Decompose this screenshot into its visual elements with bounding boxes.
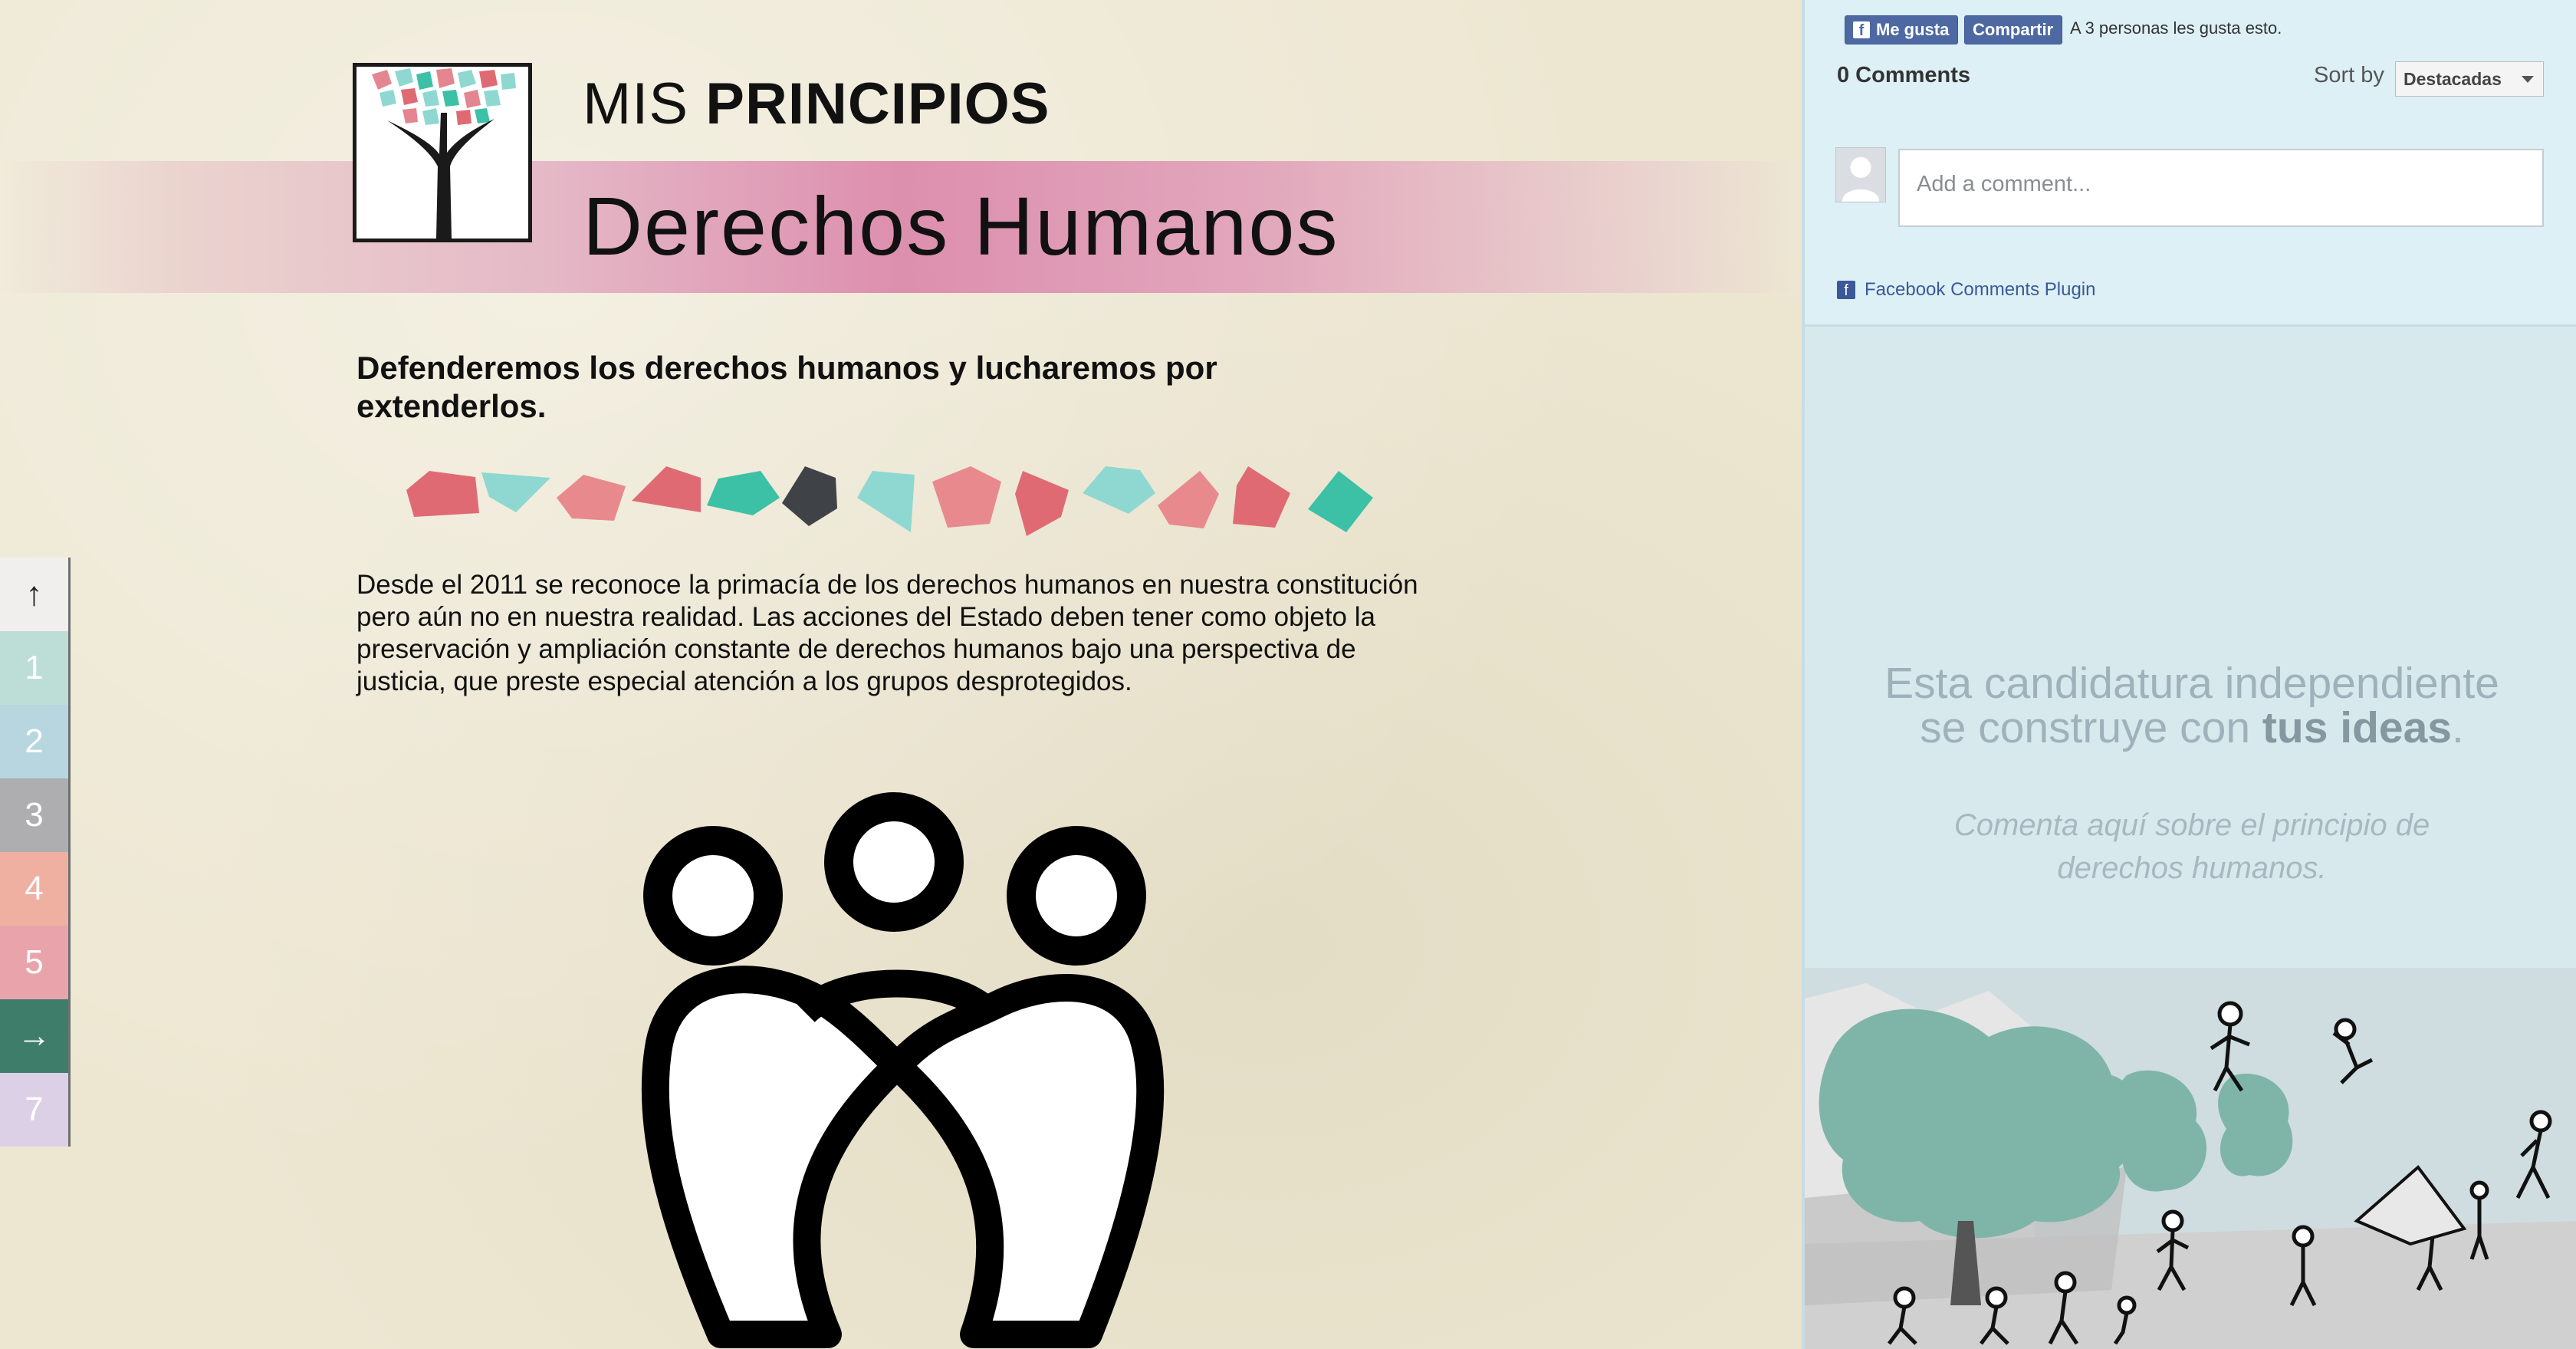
sort-label: Sort by [2314, 63, 2384, 87]
main-content: MIS PRINCIPIOS Derechos Humanos Defender… [0, 0, 1802, 1349]
cta-line2: se construye con tus ideas. [1805, 706, 2576, 750]
nav-item-3[interactable]: 3 [0, 778, 71, 852]
gem-shape [1083, 466, 1155, 514]
facebook-icon: f [1837, 281, 1855, 299]
sort-dropdown[interactable]: Destacadas [2395, 61, 2544, 97]
gem-shape [557, 475, 626, 521]
share-button[interactable]: Compartir [1964, 15, 2062, 44]
chevron-down-icon [2522, 76, 2534, 83]
community-tree-illustration [1805, 968, 2576, 1349]
gem-shape [707, 471, 780, 515]
comments-panel: f Me gusta Compartir A 3 personas les gu… [1802, 0, 2576, 1349]
decorative-gems [406, 466, 1373, 536]
principle-nav: ↑ 1 2 3 4 5 → 7 [0, 558, 71, 1147]
default-user-icon [1842, 156, 1880, 202]
plugin-link[interactable]: f Facebook Comments Plugin [1837, 279, 2095, 301]
comments-count: 0 Comments [1837, 63, 1971, 87]
cta-line2-prefix: se construye con [1920, 703, 2262, 752]
gem-shape [932, 466, 1001, 528]
cta-line2-suffix: . [2451, 703, 2464, 752]
nav-up-arrow-icon[interactable]: ↑ [0, 558, 71, 631]
nav-item-4[interactable]: 4 [0, 852, 71, 926]
lead-statement: Defenderemos los derechos humanos y luch… [356, 350, 1217, 424]
nav-item-7[interactable]: 7 [0, 1073, 71, 1147]
nav-item-5[interactable]: 5 [0, 926, 71, 999]
gem-shape [1308, 471, 1373, 532]
cta-line1: Esta candidatura independiente [1884, 659, 2499, 708]
people-embrace-illustration [641, 792, 1165, 1348]
gem-shape [406, 471, 479, 517]
gem-shape [857, 471, 915, 532]
tree-icon [372, 68, 516, 239]
comment-input[interactable]: Add a comment... [1898, 149, 2544, 227]
sort-value: Destacadas [2404, 68, 2502, 89]
like-count: A 3 personas les gusta esto. [2070, 18, 2282, 38]
body-paragraph: Desde el 2011 se reconoce la primacía de… [356, 570, 1418, 696]
facebook-comments: f Me gusta Compartir A 3 personas les gu… [1805, 0, 2576, 327]
cta-subtext: Comenta aquí sobre el principio de derec… [1805, 804, 2576, 890]
nav-item-1[interactable]: 1 [0, 631, 71, 705]
page-title: Derechos Humanos [583, 179, 1339, 272]
like-button[interactable]: f Me gusta [1845, 15, 1958, 44]
gem-shape [1158, 471, 1219, 528]
cta-sub: Comenta aquí sobre el principio de derec… [1953, 808, 2430, 885]
gem-shape [1015, 471, 1069, 536]
nav-item-2[interactable]: 2 [0, 705, 71, 778]
facebook-icon: f [1853, 21, 1870, 39]
section-title: MIS PRINCIPIOS [583, 71, 1050, 137]
gem-shape [632, 466, 701, 512]
like-label: Me gusta [1876, 20, 1950, 39]
cta-heading: Esta candidatura independiente se constr… [1805, 661, 2576, 750]
tree-logo [353, 63, 532, 242]
cta-line2-bold: tus ideas [2262, 703, 2452, 752]
avatar [1835, 147, 1886, 202]
nav-right-arrow-icon[interactable]: → [0, 999, 71, 1073]
gem-shape [1233, 466, 1290, 528]
gem-shape [782, 466, 837, 526]
gem-shape [481, 472, 550, 512]
plugin-label: Facebook Comments Plugin [1865, 279, 2096, 300]
